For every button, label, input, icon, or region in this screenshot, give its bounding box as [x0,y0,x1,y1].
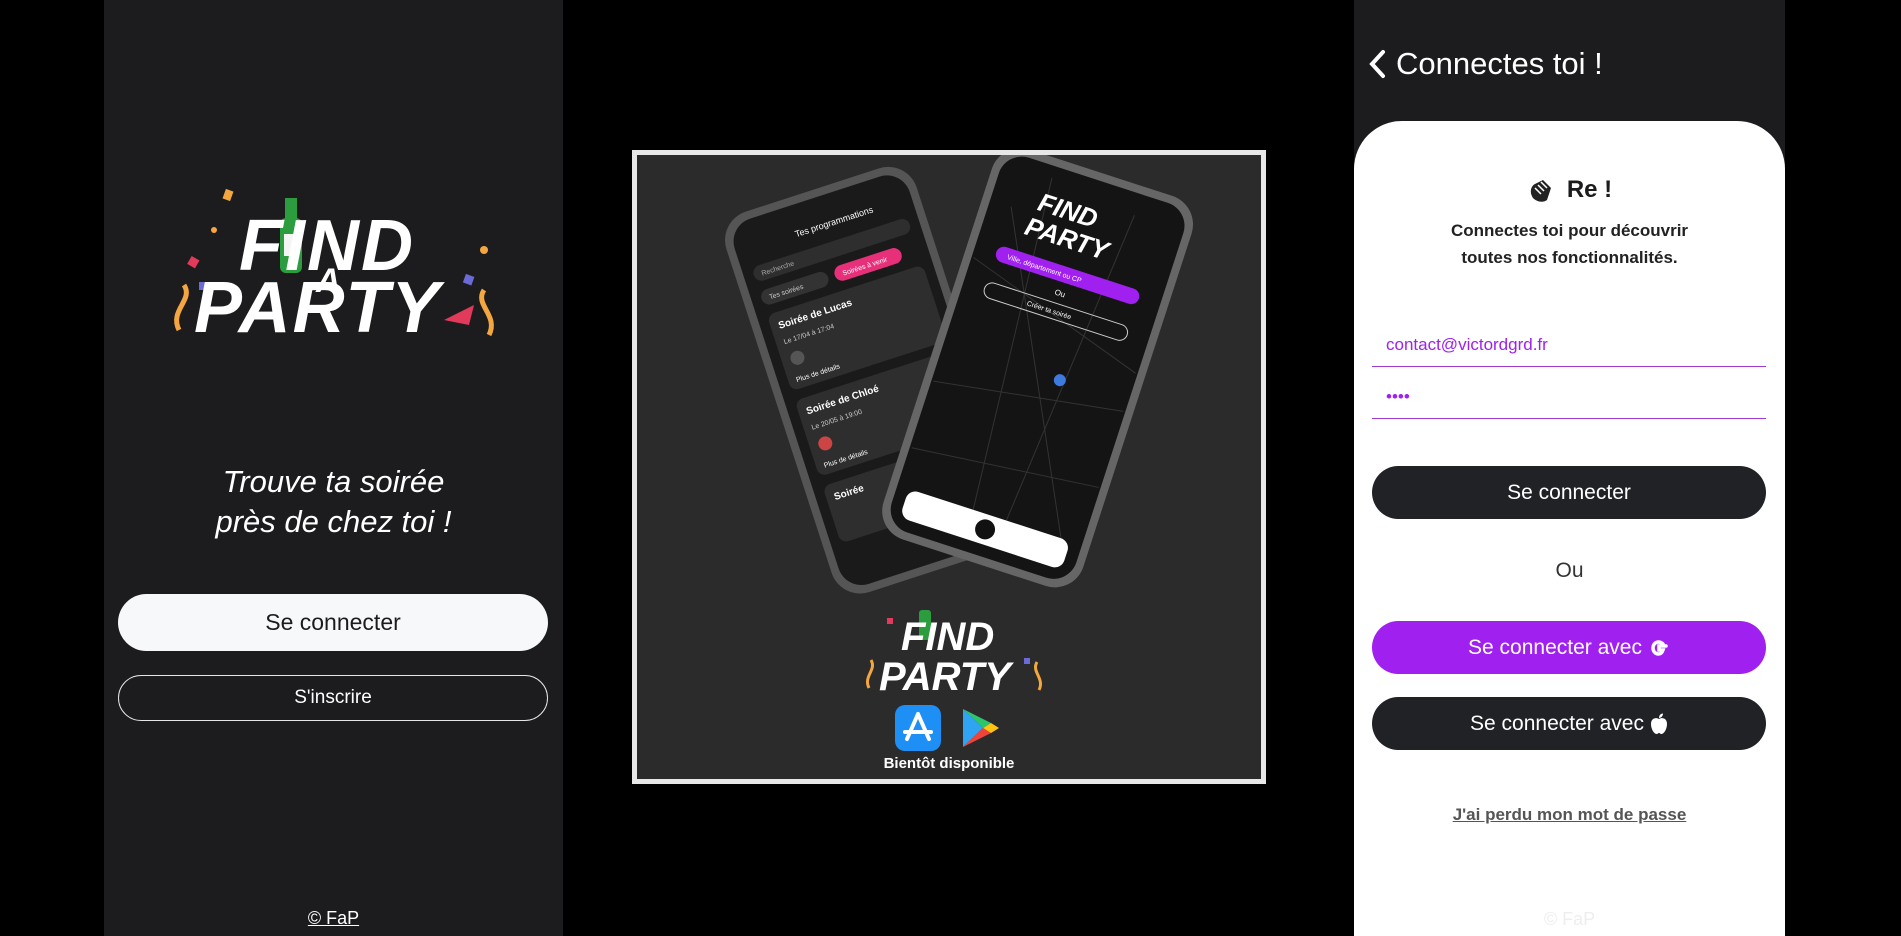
login-subtitle: Connectes toi pour découvrir toutes nos … [1354,217,1785,271]
chevron-left-icon[interactable] [1368,49,1386,79]
logo-party: PARTY [194,268,445,348]
tagline-line1: Trouve ta soirée [222,464,445,499]
apple-icon [1650,713,1667,734]
app-promo-image: Tes programmations Recherche Tes soirées… [632,150,1266,784]
svg-text:PARTY: PARTY [879,655,1014,698]
store-icons [637,705,1261,751]
welcome-screen: FIND A PARTY Trouve ta soirée près de ch… [104,0,563,936]
password-field[interactable] [1372,375,1766,418]
email-field-wrapper [1372,323,1766,367]
google-play-icon[interactable] [957,705,1003,751]
find-a-party-logo: FIND A PARTY [174,188,494,348]
page-title: Connectes toi ! [1396,46,1603,81]
greeting: Re ! [1354,176,1785,204]
login-button[interactable]: Se connecter [118,594,548,651]
or-separator: Ou [1555,559,1584,582]
footer-copyright-link[interactable]: © FaP [104,908,563,929]
login-screen: Connectes toi ! Re ! Connectes toi pour … [1354,0,1785,936]
login-submit-button[interactable]: Se connecter [1372,466,1766,519]
waving-hand-icon [1530,180,1551,202]
svg-text:FIND: FIND [901,615,994,659]
apple-login-label: Se connecter avec [1470,711,1644,735]
tagline-line2: près de chez toi ! [215,504,452,539]
apple-login-button[interactable]: Se connecter avec [1372,697,1766,750]
promo-logo: FIND PARTY [866,610,1042,698]
register-button[interactable]: S'inscrire [118,675,548,721]
app-store-icon[interactable] [895,705,941,751]
coming-soon-label: Bientôt disponible [883,755,1015,772]
email-field[interactable] [1372,323,1766,366]
google-login-button[interactable]: Se connecter avec [1372,621,1766,674]
header: Connectes toi ! [1368,46,1603,82]
footer-copyright: © FaP [1543,909,1596,929]
password-field-wrapper [1372,375,1766,419]
tagline: Trouve ta soirée près de chez toi ! [104,462,563,542]
subtitle-line1: Connectes toi pour découvrir [1450,221,1689,240]
google-icon [1651,639,1668,656]
google-login-label: Se connecter avec [1468,635,1642,659]
login-card: Re ! Connectes toi pour découvrir toutes… [1354,121,1785,936]
subtitle-line2: toutes nos fonctionnalités. [1461,248,1678,267]
greeting-text: Re ! [1566,176,1613,203]
forgot-password-link[interactable]: J'ai perdu mon mot de passe [1354,805,1785,825]
